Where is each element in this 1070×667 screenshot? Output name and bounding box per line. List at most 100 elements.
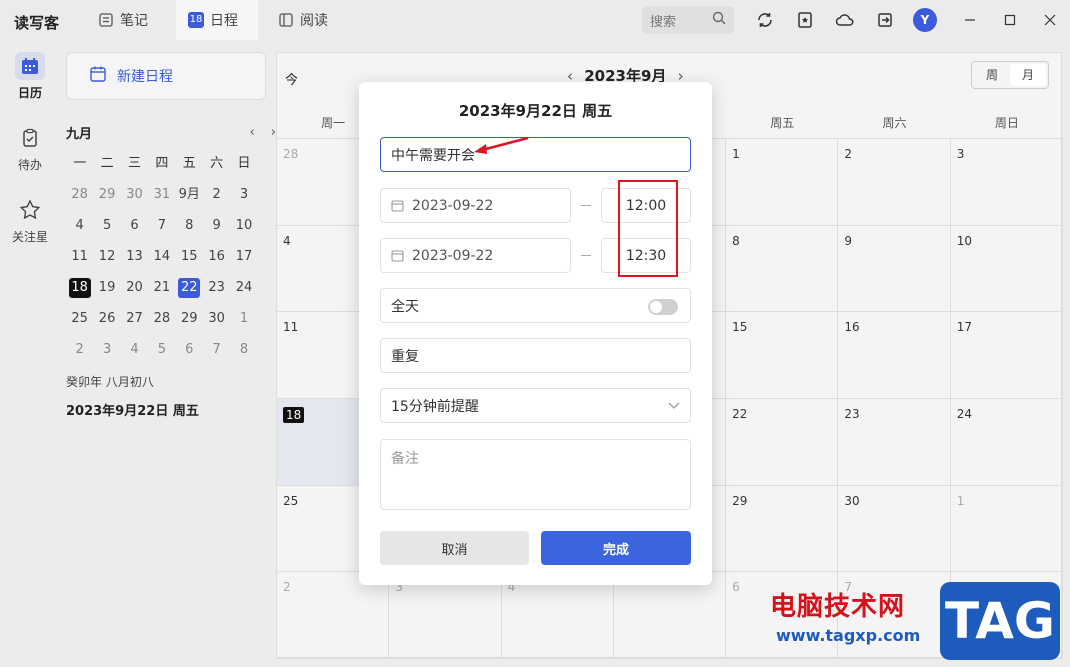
day-cell[interactable]: 1 [950, 485, 1063, 573]
mini-day[interactable]: 7 [148, 210, 175, 241]
event-title-input[interactable]: 中午需要开会 [380, 137, 691, 172]
mini-day[interactable]: 28 [66, 179, 93, 210]
mini-day[interactable]: 5 [93, 210, 120, 241]
mini-day[interactable]: 24 [230, 272, 257, 303]
nav-calendar[interactable]: 日历 [0, 52, 60, 101]
mini-day[interactable]: 18 [66, 272, 93, 303]
day-cell[interactable]: 17 [950, 312, 1063, 399]
mini-day[interactable]: 29 [176, 303, 203, 334]
mini-day[interactable]: 3 [230, 179, 257, 210]
mini-day[interactable]: 14 [148, 241, 175, 272]
avatar[interactable]: Y [913, 8, 937, 32]
end-date-field[interactable]: 2023-09-22 [380, 238, 571, 273]
mini-day[interactable]: 8 [176, 210, 203, 241]
done-button[interactable]: 完成 [541, 531, 691, 565]
favorite-note-icon[interactable] [795, 10, 815, 30]
mini-day[interactable]: 20 [121, 272, 148, 303]
nav-todo-label: 待办 [17, 158, 42, 172]
mini-day[interactable]: 25 [66, 303, 93, 334]
mini-day[interactable]: 2 [66, 334, 93, 365]
day-cell[interactable]: 3 [389, 572, 502, 659]
all-day-label: 全天 [391, 298, 419, 315]
mini-day[interactable]: 17 [230, 241, 257, 272]
view-month-button[interactable]: 月 [1010, 64, 1046, 86]
mini-day[interactable]: 6 [176, 334, 203, 365]
day-cell[interactable]: 1 [726, 139, 839, 226]
day-cell[interactable]: 15 [726, 312, 839, 399]
view-week-button[interactable]: 周 [974, 64, 1010, 86]
mini-day[interactable]: 9月 [176, 179, 203, 210]
cancel-button[interactable]: 取消 [380, 531, 529, 565]
minimize-icon[interactable] [960, 10, 980, 30]
day-cell[interactable]: 4 [501, 572, 614, 659]
nav-todo[interactable]: 待办 [0, 124, 60, 173]
mini-weekday: 日 [237, 156, 251, 171]
mini-day[interactable]: 12 [93, 241, 120, 272]
watermark-url: www.tagxp.com [776, 626, 921, 645]
end-range-dash [581, 255, 591, 256]
day-cell[interactable]: 16 [838, 312, 951, 399]
mini-day[interactable]: 2 [203, 179, 230, 210]
tab-schedule[interactable]: 18 日程 [176, 0, 258, 40]
day-cell[interactable]: 30 [838, 485, 951, 573]
day-cell[interactable]: 24 [950, 398, 1063, 486]
mini-day[interactable]: 30 [203, 303, 230, 334]
mini-day[interactable]: 21 [148, 272, 175, 303]
mini-day[interactable]: 16 [203, 241, 230, 272]
day-cell[interactable]: 29 [726, 485, 839, 573]
reminder-select[interactable]: 15分钟前提醒 [380, 388, 691, 423]
mini-day[interactable]: 19 [93, 272, 120, 303]
mini-day[interactable]: 10 [230, 210, 257, 241]
close-icon[interactable] [1040, 10, 1060, 30]
mini-day[interactable]: 15 [176, 241, 203, 272]
mini-day[interactable]: 11 [66, 241, 93, 272]
mini-day[interactable]: 7 [203, 334, 230, 365]
day-cell[interactable]: 22 [726, 398, 839, 486]
mini-day[interactable]: 9 [203, 210, 230, 241]
search-box[interactable]: 搜索 [642, 6, 734, 34]
mini-day[interactable]: 1 [230, 303, 257, 334]
repeat-field[interactable]: 重复 [380, 338, 691, 373]
mini-day[interactable]: 26 [93, 303, 120, 334]
today-button[interactable]: 今 [285, 69, 298, 88]
day-cell[interactable]: 2 [277, 572, 390, 659]
day-cell[interactable]: 10 [950, 225, 1063, 313]
mini-day[interactable]: 13 [121, 241, 148, 272]
watermark-logo: TAG [940, 582, 1060, 660]
mini-day[interactable]: 31 [148, 179, 175, 210]
tab-schedule-label: 日程 [210, 13, 238, 29]
mini-day[interactable]: 29 [93, 179, 120, 210]
mini-day[interactable]: 4 [66, 210, 93, 241]
export-icon[interactable] [875, 10, 895, 30]
sync-icon[interactable] [755, 10, 775, 30]
nav-starred[interactable]: 关注星 [0, 196, 60, 245]
mini-day[interactable]: 28 [148, 303, 175, 334]
mini-day[interactable]: 23 [203, 272, 230, 303]
mini-day[interactable]: 4 [121, 334, 148, 365]
mini-day[interactable]: 8 [230, 334, 257, 365]
new-event-button[interactable]: 新建日程 [66, 52, 266, 100]
mini-calendar-month: 九月 [66, 126, 93, 142]
mini-day[interactable]: 30 [121, 179, 148, 210]
maximize-icon[interactable] [1000, 10, 1020, 30]
day-cell[interactable]: 8 [726, 225, 839, 313]
day-cell[interactable]: 9 [838, 225, 951, 313]
tab-notes[interactable]: 笔记 [86, 0, 160, 40]
notes-textarea[interactable]: 备注 [380, 439, 691, 510]
mini-day[interactable]: 6 [121, 210, 148, 241]
start-date-field[interactable]: 2023-09-22 [380, 188, 571, 223]
day-cell[interactable]: 2 [838, 139, 951, 226]
mini-day[interactable]: 27 [121, 303, 148, 334]
app-title: 读写客 [14, 14, 60, 32]
tab-reading[interactable]: 阅读 [266, 0, 340, 40]
mini-day[interactable]: 5 [148, 334, 175, 365]
cloud-icon[interactable] [835, 10, 855, 30]
mini-day[interactable]: 3 [93, 334, 120, 365]
repeat-label: 重复 [391, 348, 419, 365]
chevron-left-icon[interactable]: ‹ [250, 125, 255, 140]
day-cell[interactable]: 23 [838, 398, 951, 486]
day-cell[interactable] [613, 572, 727, 659]
all-day-toggle[interactable] [648, 299, 678, 315]
day-cell[interactable]: 3 [950, 139, 1063, 226]
mini-day[interactable]: 22 [176, 272, 203, 303]
